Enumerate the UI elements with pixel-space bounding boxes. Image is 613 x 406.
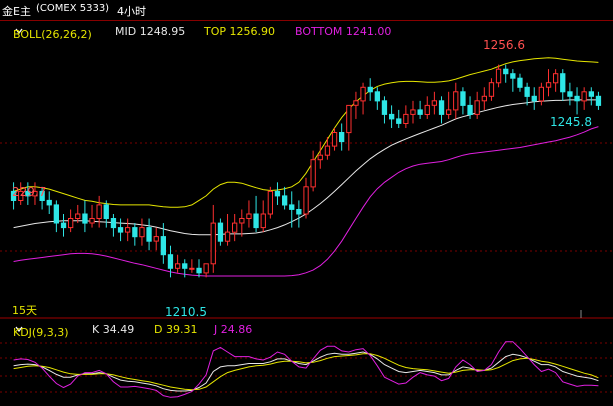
candle-up [96, 204, 102, 219]
candle-down [289, 204, 295, 210]
candle-up [553, 73, 559, 84]
candle-up [89, 218, 95, 224]
candle-down [82, 213, 88, 224]
candle-up [453, 91, 459, 111]
candle-down [117, 227, 124, 233]
candle-up [360, 86, 366, 102]
candle-up [495, 68, 502, 84]
bottom-low-price-label: 1210.5 [165, 305, 207, 319]
boll-bands [13, 57, 599, 277]
candle-down [182, 263, 188, 269]
candle-up [481, 95, 488, 102]
candlesticks[interactable] [10, 64, 602, 278]
candle-up [203, 263, 209, 274]
candle-up [317, 154, 323, 161]
high-price-label: 1256.6 [483, 38, 525, 52]
price-chart[interactable]: 1256.6 1245.8 229.7 1210.5 15天 [0, 0, 613, 406]
candle-up [424, 104, 430, 116]
candle-up [545, 82, 552, 88]
candle-up [260, 213, 266, 229]
candle-down [396, 118, 402, 124]
candle-down [103, 204, 109, 219]
candle-down [196, 267, 202, 274]
candle-up [189, 267, 195, 270]
candle-up [431, 100, 438, 106]
candle-up [346, 104, 352, 134]
candle-down [60, 222, 67, 229]
candle-up [239, 218, 245, 224]
candle-up [139, 227, 145, 238]
candle-down [253, 213, 259, 229]
candle-up [232, 222, 238, 233]
candle-up [581, 91, 587, 102]
candle-down [367, 86, 373, 93]
candle-down [282, 195, 288, 206]
candle-up [324, 145, 331, 156]
candle-up [267, 190, 274, 215]
candle-down [460, 91, 466, 106]
candle-down [167, 254, 174, 269]
candle-up [331, 132, 338, 147]
candle-up [153, 236, 159, 242]
candle-down [467, 104, 473, 116]
candle-down [560, 73, 566, 93]
candle-up [310, 159, 316, 188]
candle-up [403, 113, 409, 125]
candle-down [132, 227, 138, 238]
left-high-price-label: 229.7 [12, 185, 46, 199]
candle-down [110, 218, 117, 229]
candle-up [175, 263, 181, 269]
candle-down [524, 86, 530, 97]
candle-up [224, 231, 231, 242]
low-right-price-label: 1245.8 [550, 115, 592, 129]
candle-up [210, 222, 216, 265]
candle-up [246, 213, 252, 219]
candle-down [389, 113, 395, 120]
candle-up [446, 109, 452, 115]
kdj-lines [13, 341, 599, 398]
range-days-label: 15天 [12, 304, 37, 317]
candle-up [125, 227, 131, 233]
candle-down [374, 91, 381, 102]
candle-up [538, 86, 545, 102]
candle-down [274, 190, 281, 197]
candle-down [46, 199, 52, 206]
candle-down [160, 236, 166, 256]
candle-up [353, 100, 359, 106]
candle-down [588, 91, 595, 97]
candle-down [53, 204, 60, 224]
candle-down [595, 95, 602, 106]
candle-down [531, 95, 537, 102]
kdj-j-line [13, 341, 599, 398]
candle-down [146, 227, 152, 242]
candle-down [217, 222, 224, 242]
candle-down [574, 95, 580, 102]
candle-up [488, 82, 495, 97]
candle-up [68, 218, 74, 229]
candle-down [503, 68, 509, 75]
candle-down [438, 100, 445, 115]
candle-up [410, 109, 416, 115]
candle-down [517, 77, 523, 88]
candle-up [75, 213, 81, 219]
candle-down [417, 109, 423, 115]
candle-up [303, 186, 309, 215]
candle-down [567, 91, 573, 97]
candle-down [381, 100, 388, 115]
candle-up [474, 100, 480, 115]
candle-down [296, 209, 302, 215]
candle-down [510, 73, 516, 79]
candle-down [339, 132, 345, 143]
